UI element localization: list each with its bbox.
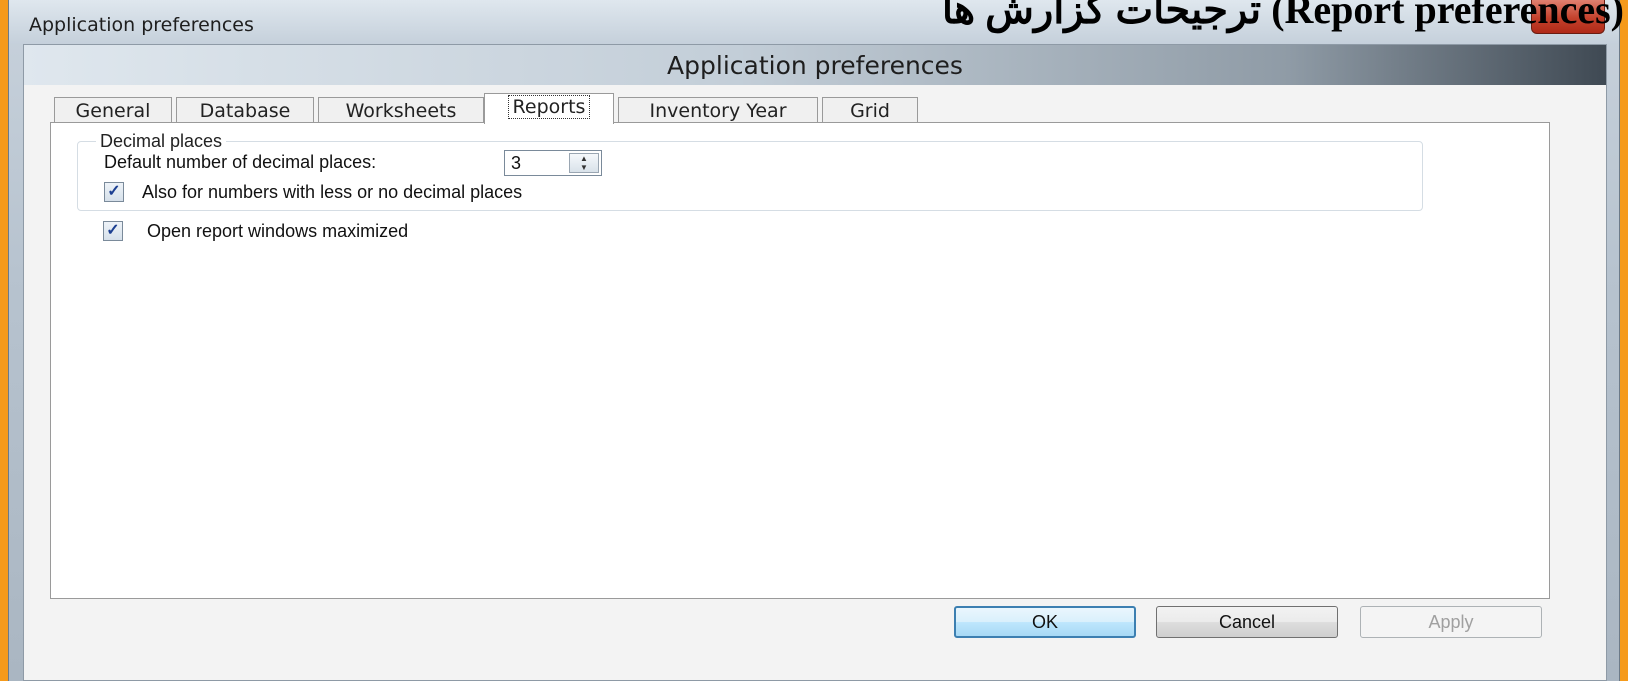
- reports-tab-panel: Decimal places Default number of decimal…: [50, 122, 1550, 599]
- open-maximized-checkbox[interactable]: ✓: [103, 221, 123, 241]
- chevron-up-icon[interactable]: ▲: [570, 154, 598, 163]
- tab-label: Reports: [507, 95, 591, 119]
- tab-worksheets[interactable]: Worksheets: [318, 97, 484, 123]
- open-maximized-label[interactable]: Open report windows maximized: [147, 221, 408, 242]
- decimal-places-value[interactable]: 3: [511, 153, 521, 174]
- apply-button[interactable]: Apply: [1360, 606, 1542, 638]
- also-less-decimals-checkbox[interactable]: ✓: [104, 182, 124, 202]
- decimal-places-legend: Decimal places: [96, 131, 227, 152]
- tab-label: Inventory Year: [649, 100, 787, 122]
- tab-grid[interactable]: Grid: [822, 97, 918, 123]
- cancel-button[interactable]: Cancel: [1156, 606, 1338, 638]
- dialog-client-area: Application preferences General Database…: [23, 44, 1607, 681]
- ok-button[interactable]: OK: [954, 606, 1136, 638]
- application-window: Application preferences Application pref…: [8, 0, 1620, 681]
- tab-inventory-year[interactable]: Inventory Year: [618, 97, 818, 123]
- stepper-arrows[interactable]: ▲ ▼: [569, 153, 599, 173]
- tab-label: Worksheets: [345, 100, 457, 122]
- tab-general[interactable]: General: [54, 97, 172, 123]
- tab-label: Database: [199, 100, 291, 122]
- window-title: Application preferences: [29, 14, 254, 36]
- dialog-header-title: Application preferences: [667, 51, 963, 80]
- check-icon: ✓: [106, 222, 120, 239]
- decimal-places-stepper[interactable]: 3 ▲ ▼: [504, 150, 602, 176]
- tab-label: Grid: [850, 100, 890, 122]
- default-decimals-label: Default number of decimal places:: [104, 152, 377, 172]
- also-less-decimals-label[interactable]: Also for numbers with less or no decimal…: [142, 182, 522, 203]
- tab-reports[interactable]: Reports: [484, 93, 614, 124]
- decimal-places-group: Decimal places Default number of decimal…: [77, 131, 1423, 211]
- check-icon: ✓: [107, 183, 121, 200]
- tab-label: General: [75, 100, 151, 122]
- slide-title-overlay: ترجیحات گزارش ها (Report preferences): [941, 0, 1624, 32]
- chevron-down-icon[interactable]: ▼: [570, 163, 598, 172]
- tab-database[interactable]: Database: [176, 97, 314, 123]
- dialog-header: Application preferences: [24, 45, 1606, 85]
